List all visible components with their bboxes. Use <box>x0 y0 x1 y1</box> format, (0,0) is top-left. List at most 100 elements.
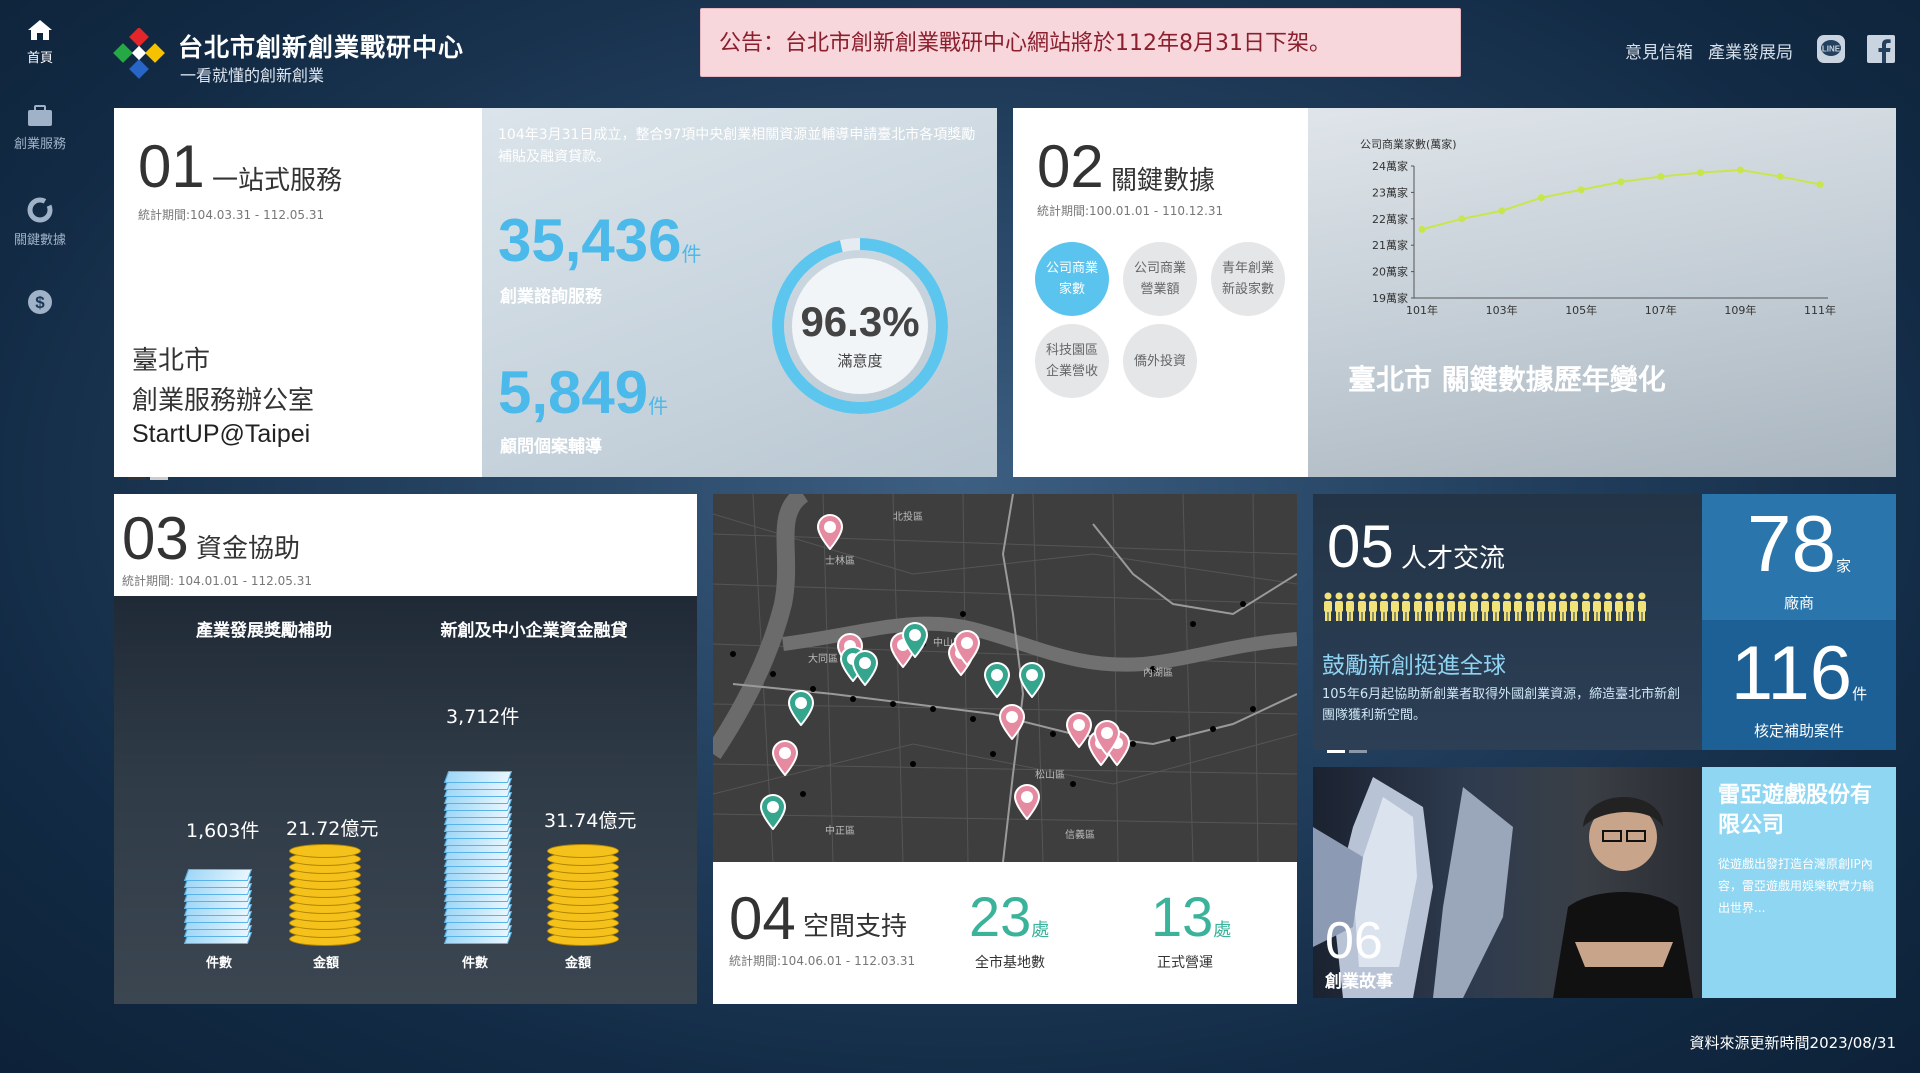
carousel-dots[interactable] <box>1327 738 1371 757</box>
map-location-pin[interactable] <box>998 704 1026 744</box>
person-icon <box>1334 592 1344 622</box>
chart-data-point[interactable] <box>1776 173 1784 181</box>
nav-startup-service[interactable]: 創業服務 <box>0 104 80 152</box>
chart-data-point[interactable] <box>1458 215 1466 223</box>
map-location-pin[interactable] <box>901 622 929 662</box>
bubble-youth-startups[interactable]: 青年創業 新設家數 <box>1211 242 1285 316</box>
loan-amount-label: 金額 <box>565 956 592 971</box>
person-icon <box>1345 592 1355 622</box>
map-location-pin[interactable] <box>759 794 787 834</box>
chart-data-point[interactable] <box>1816 180 1824 188</box>
chart-y-axis-label: 公司商業家數(萬家) <box>1360 137 1457 151</box>
bubble-foreign-investment[interactable]: 僑外投資 <box>1123 324 1197 398</box>
x-tick-label: 111年 <box>1804 303 1836 317</box>
nav-funding[interactable]: $ <box>0 288 80 321</box>
panel-funding-header[interactable]: 03 資金協助 統計期間: 104.01.01 - 112.05.31 <box>114 494 697 596</box>
story-caption-box[interactable]: 雷亞遊戲股份有限公司 從遊戲出發打造台灣原創IP內容，雷亞遊戲用娛樂軟實力輸出世… <box>1702 767 1896 998</box>
map-location-pin[interactable] <box>787 690 815 730</box>
chart-data-point[interactable] <box>1577 186 1585 194</box>
startup-story-image[interactable]: 06 創業故事 <box>1313 767 1702 998</box>
panel-one-stop-service[interactable]: 01 一站式服務 統計期間:104.03.31 - 112.05.31 臺北市 … <box>114 108 482 480</box>
stat-consult: 35,436件 <box>498 206 702 275</box>
map-location-pin[interactable] <box>816 514 844 554</box>
chart-data-point[interactable] <box>1657 173 1665 181</box>
site-title[interactable]: 台北市創新創業戰研中心 <box>178 28 464 64</box>
panel-title: 空間支持 <box>803 912 908 942</box>
bubble-company-count[interactable]: 公司商業 家數 <box>1035 242 1109 316</box>
person-icon <box>1581 592 1591 622</box>
map-location-pin[interactable] <box>1093 720 1121 760</box>
map-location-pin[interactable] <box>1018 662 1046 702</box>
map-location-pin[interactable] <box>1013 784 1041 824</box>
chart-caption: 臺北市 關鍵數據歷年變化 <box>1348 363 1666 396</box>
chart-data-point[interactable] <box>1418 225 1426 233</box>
sidebar: 首頁 創業服務 關鍵數據 $ <box>0 0 80 1073</box>
feedback-link[interactable]: 意見信箱 <box>1625 38 1693 63</box>
svg-text:LINE: LINE <box>1822 45 1841 54</box>
subsidy-amount-label: 金額 <box>313 956 340 971</box>
space-map[interactable]: 士林區 中山區 大同區 松山區 內湖區 信義區 中正區 北投區 <box>713 494 1297 862</box>
stat-advisory-label: 顧問個案輔導 <box>500 437 602 457</box>
carousel-dots[interactable] <box>128 465 172 484</box>
panel-space-support[interactable]: 04 空間支持 統計期間:104.06.01 - 112.03.31 23處 全… <box>713 862 1297 1004</box>
map-label-xinyi: 信義區 <box>1065 828 1095 841</box>
stat-bases: 23處 <box>969 885 1050 948</box>
person-icon <box>1625 592 1635 622</box>
person-icon <box>1323 592 1333 622</box>
panel-number: 06 <box>1325 912 1383 970</box>
chart-data-point[interactable] <box>1697 169 1705 177</box>
x-tick-label: 103年 <box>1486 303 1518 317</box>
map-label-shilin: 士林區 <box>825 554 855 567</box>
map-location-pin[interactable] <box>983 662 1011 702</box>
nav-key-data[interactable]: 關鍵數據 <box>0 196 80 248</box>
chart-data-point[interactable] <box>1498 207 1506 215</box>
y-tick-label: 23萬家 <box>1372 185 1408 199</box>
panel-number: 02 <box>1037 133 1104 200</box>
map-location-pin[interactable] <box>771 740 799 780</box>
map-location-pin[interactable] <box>953 630 981 670</box>
bubble-company-revenue[interactable]: 公司商業 營業額 <box>1123 242 1197 316</box>
person-icon <box>1491 592 1501 622</box>
coin-stack-layer <box>547 844 619 858</box>
person-icon <box>1413 592 1423 622</box>
person-icon <box>1357 592 1367 622</box>
site-subtitle: 一看就懂的創新創業 <box>180 66 325 85</box>
panel-talent-exchange[interactable]: 05 人才交流 鼓勵新創挺進全球 105年6月起協助新創業者取得外國創業資源，締… <box>1313 494 1702 753</box>
subsidy-count-label: 件數 <box>206 956 233 971</box>
talent-description: 105年6月起協助新創業者取得外國創業資源，締造臺北市新創團隊獲利新空間。 <box>1322 687 1681 723</box>
person-icon <box>1457 592 1467 622</box>
period-text: 統計期間:100.01.01 - 110.12.31 <box>1037 204 1224 218</box>
paper-stack-layer <box>443 771 513 783</box>
map-location-pin[interactable] <box>851 650 879 690</box>
person-icon <box>1569 592 1579 622</box>
stat-approved: 116件 <box>1730 631 1868 716</box>
line-icon[interactable]: LINE <box>1816 34 1846 64</box>
stat-bases-label: 全市基地數 <box>975 955 1045 971</box>
loan-count-label: 件數 <box>462 956 489 971</box>
person-icon <box>1424 592 1434 622</box>
map-label-beitou: 北投區 <box>893 510 923 523</box>
dollar-icon: $ <box>28 290 52 314</box>
panel-key-data[interactable]: 02 關鍵數據 統計期間:100.01.01 - 110.12.31 公司商業家… <box>1013 108 1308 477</box>
person-icon <box>1536 592 1546 622</box>
industry-bureau-link[interactable]: 產業發展局 <box>1708 38 1793 63</box>
stat-consult-value: 35,436 <box>498 207 682 274</box>
person-icon <box>1480 592 1490 622</box>
chart-data-point[interactable] <box>1537 194 1545 202</box>
stat-companies-box: 78家 廠商 <box>1702 494 1896 620</box>
nav-home[interactable]: 首頁 <box>0 18 80 66</box>
facebook-icon[interactable] <box>1866 34 1896 64</box>
stat-advisory: 5,849件 <box>498 358 668 427</box>
person-icon <box>1368 592 1378 622</box>
svg-text:$: $ <box>35 293 45 312</box>
bubble-science-park-revenue[interactable]: 科技園區 企業營收 <box>1035 324 1109 398</box>
chart-data-point[interactable] <box>1617 178 1625 186</box>
period-text: 統計期間: 104.01.01 - 112.05.31 <box>122 574 312 588</box>
chart-data-point[interactable] <box>1736 166 1744 174</box>
stat-approved-label: 核定補助案件 <box>1753 722 1844 740</box>
x-tick-label: 105年 <box>1565 303 1597 317</box>
stat-advisory-unit: 件 <box>648 394 669 418</box>
x-tick-label: 109年 <box>1724 303 1756 317</box>
x-tick-label: 101年 <box>1406 303 1438 317</box>
person-icon <box>1525 592 1535 622</box>
